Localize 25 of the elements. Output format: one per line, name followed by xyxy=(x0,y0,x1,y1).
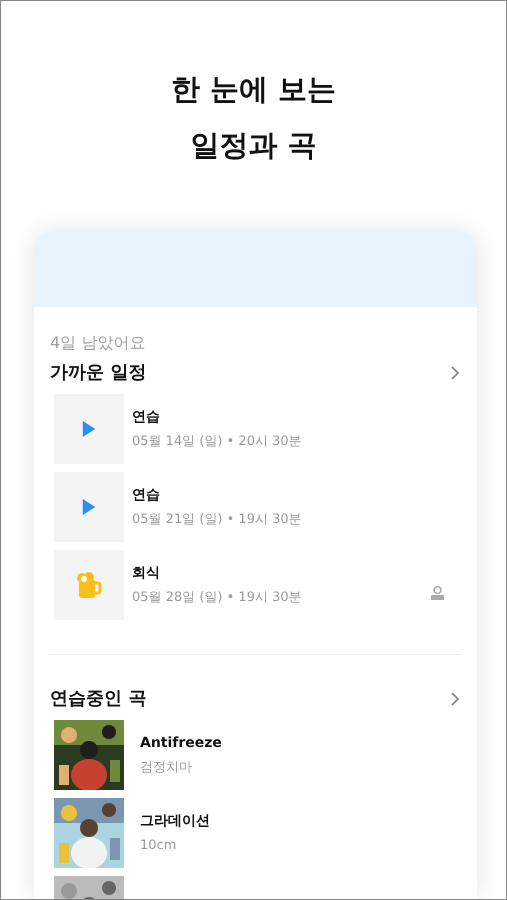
headline: 일정과 곡 xyxy=(189,127,318,164)
schedule-item[interactable]: 연습 05월 21일 (일) • 19시 30분 xyxy=(54,472,461,542)
schedule-title: 연습 xyxy=(132,486,161,505)
song-item[interactable]: Antifreeze 검정치마 xyxy=(54,720,461,790)
song-artist: 검정치마 xyxy=(140,758,193,777)
play-icon xyxy=(81,498,97,516)
schedule-item[interactable]: 연습 05월 14일 (일) • 20시 30분 xyxy=(54,394,461,464)
schedule-title: 회식 xyxy=(132,564,161,583)
schedule-datetime: 05월 21일 (일) • 19시 30분 xyxy=(132,510,303,529)
section-title: 연습중인 곡 xyxy=(50,687,146,711)
schedule-datetime: 05월 14일 (일) • 20시 30분 xyxy=(132,432,303,451)
chevron-icon[interactable] xyxy=(449,690,461,706)
chevron-icon[interactable] xyxy=(449,364,461,380)
schedule-item[interactable]: 회식 05월 28일 (일) • 19시 30분 xyxy=(54,550,461,620)
song-artist: 10cm xyxy=(140,836,178,855)
song-title: 그라데이션 xyxy=(140,812,210,831)
schedule-datetime: 05월 28일 (일) • 19시 30분 xyxy=(132,588,303,607)
headline: 한 눈에 보는 xyxy=(170,71,338,108)
play-icon xyxy=(81,420,97,438)
song-item[interactable]: 그라데이션 10cm xyxy=(54,798,461,868)
remaining-days: 4일 남았어요 xyxy=(50,331,461,355)
section-title: 가까운 일정 xyxy=(50,361,146,385)
beer-mug-icon xyxy=(76,571,102,599)
schedule-title: 연습 xyxy=(132,408,161,427)
song-title: Antifreeze xyxy=(140,734,222,753)
